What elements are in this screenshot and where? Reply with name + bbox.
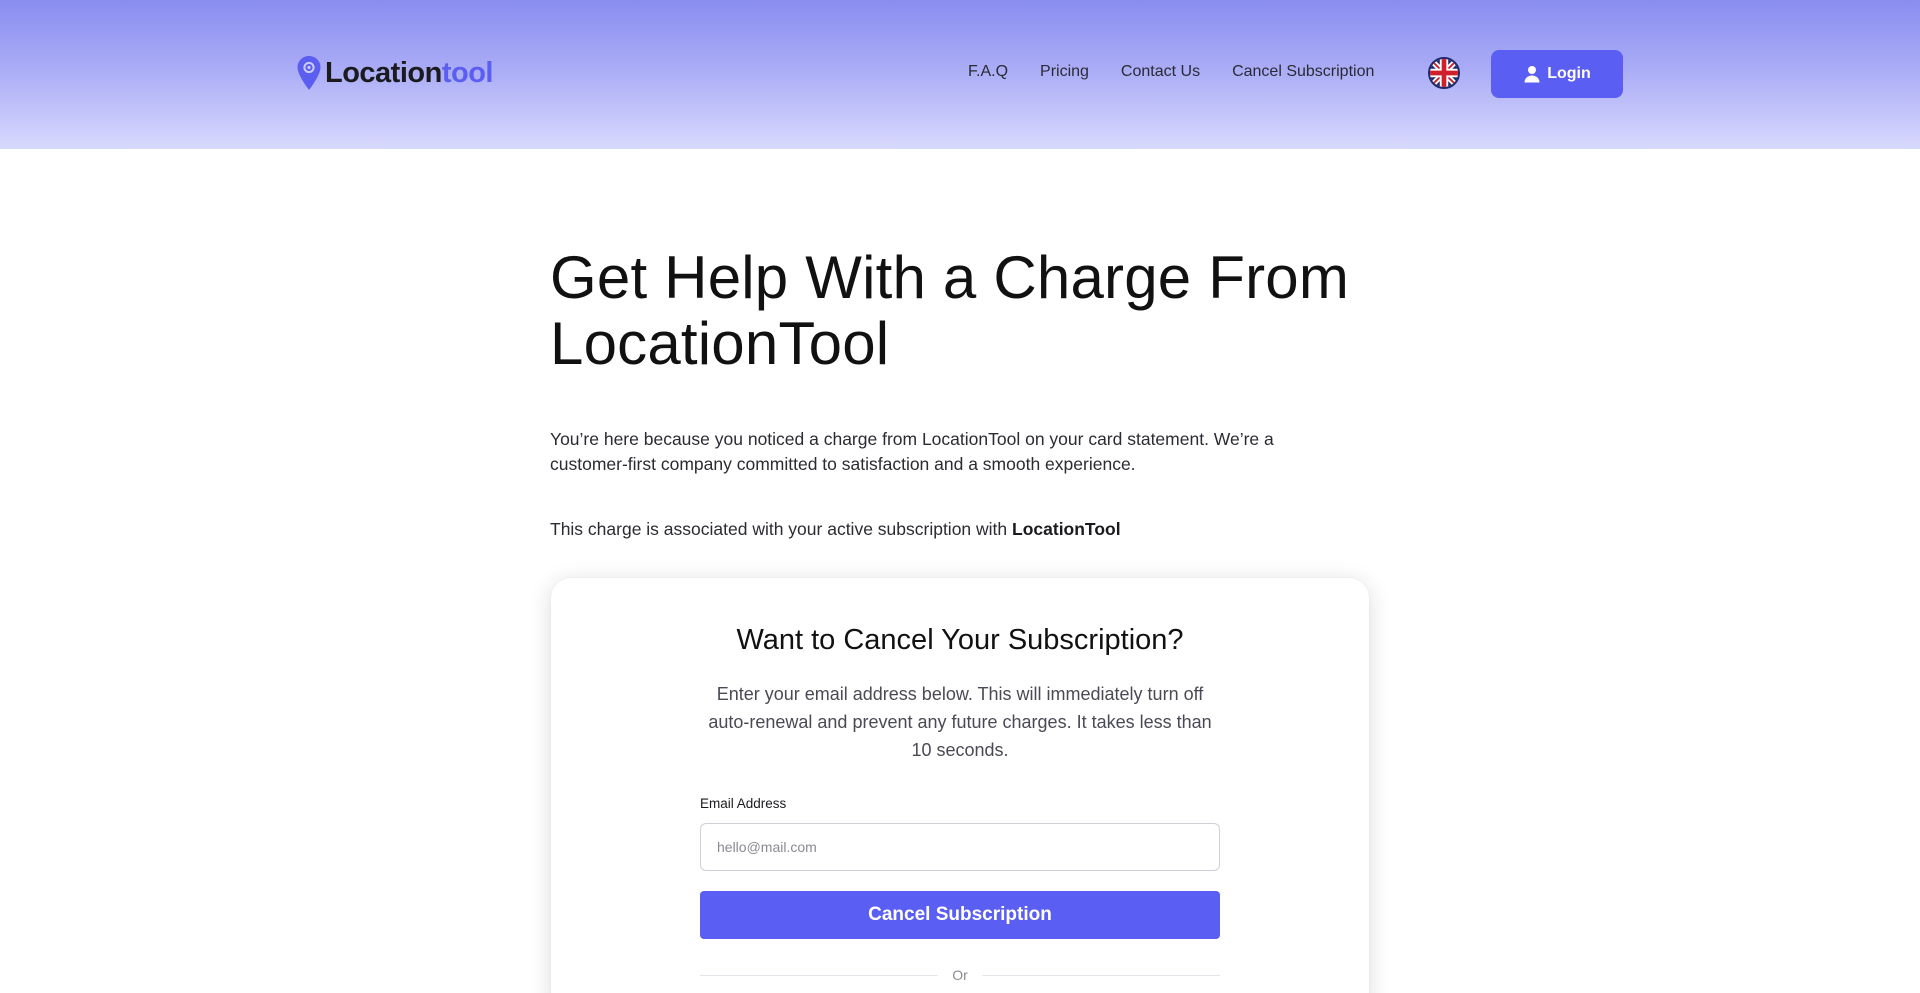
email-field[interactable]	[700, 823, 1220, 871]
login-label: Login	[1547, 65, 1591, 82]
logo-link[interactable]: Locationtool	[296, 55, 494, 91]
divider-line-left	[700, 974, 939, 976]
card-title: Want to Cancel Your Subscription?	[736, 624, 1184, 656]
site-header: Locationtool F.A.Q Pricing Contact Us Ca…	[0, 0, 1920, 149]
nav-link-cancel-subscription[interactable]: Cancel Subscription	[1232, 60, 1374, 84]
nav-link-faq[interactable]: F.A.Q	[968, 60, 1008, 84]
main-content: Get Help With a Charge From LocationTool…	[550, 245, 1370, 542]
nav-link-pricing[interactable]: Pricing	[1040, 60, 1089, 84]
association-brand: LocationTool	[1012, 519, 1121, 539]
association-text: This charge is associated with your acti…	[550, 519, 1013, 539]
logo-text-main: Location	[325, 57, 442, 89]
nav-link-contact[interactable]: Contact Us	[1121, 60, 1200, 84]
logo-wordmark: Locationtool	[325, 55, 494, 91]
user-icon	[1524, 66, 1540, 83]
or-divider: Or	[700, 965, 1220, 985]
main-nav: F.A.Q Pricing Contact Us Cancel Subscrip…	[968, 60, 1406, 84]
divider-line-right	[981, 974, 1220, 976]
location-pin-icon	[297, 56, 321, 90]
cancel-subscription-card: Want to Cancel Your Subscription? Enter …	[551, 578, 1369, 993]
email-label: Email Address	[700, 796, 787, 811]
cancel-subscription-button[interactable]: Cancel Subscription	[700, 891, 1220, 939]
divider-text: Or	[952, 967, 968, 983]
uk-flag-icon	[1430, 59, 1458, 87]
page-title: Get Help With a Charge From LocationTool	[550, 244, 1349, 377]
language-selector[interactable]	[1428, 57, 1460, 89]
association-note: This charge is associated with your acti…	[550, 517, 1370, 542]
intro-paragraph: You’re here because you noticed a charge…	[550, 429, 1274, 474]
login-button[interactable]: Login	[1491, 50, 1623, 98]
card-description: Enter your email address below. This wil…	[708, 684, 1212, 760]
logo-text-accent: tool	[441, 57, 494, 89]
